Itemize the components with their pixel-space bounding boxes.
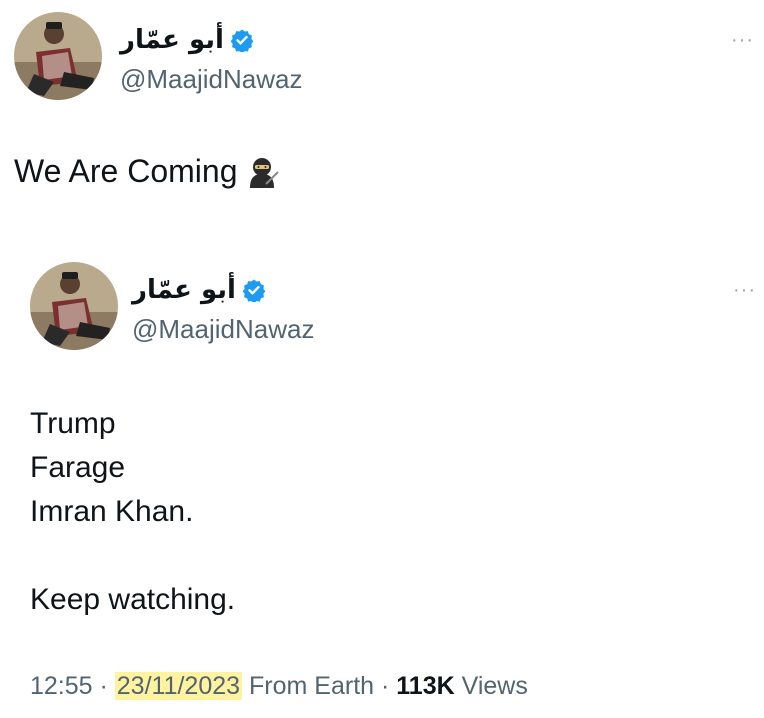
tweet-text-line: Imran Khan. — [30, 495, 194, 528]
meta-separator: · — [92, 672, 115, 700]
tweet-time[interactable]: 12:55 — [30, 672, 93, 700]
profile-photo-icon — [14, 12, 102, 100]
outer-tweet-header: أبو عمّار @MaajidNawaz ··· — [14, 12, 754, 104]
author-name-row[interactable]: أبو عمّار — [132, 272, 266, 308]
tweet-source: From Earth — [249, 672, 375, 700]
quoted-tweet[interactable]: أبو عمّار @MaajidNawaz ··· Trump Farage … — [0, 252, 764, 718]
author-display-name[interactable]: أبو عمّار — [132, 275, 236, 305]
verified-badge-icon — [242, 278, 266, 302]
views-label: Views — [461, 672, 528, 700]
ninja-emoji-icon — [244, 154, 280, 190]
avatar[interactable] — [14, 12, 102, 100]
tweet-text-line: Farage — [30, 451, 126, 484]
tweet-meta: 12:55 · 23/11/2023 From Earth · 113K Vie… — [30, 672, 528, 701]
more-options-button[interactable]: ··· — [733, 280, 756, 300]
quoted-tweet-header: أبو عمّار @MaajidNawaz ··· — [30, 262, 756, 354]
tweet-text: We Are Coming — [14, 153, 280, 190]
author-handle[interactable]: @MaajidNawaz — [120, 64, 302, 95]
meta-separator: · — [374, 672, 397, 700]
avatar[interactable] — [30, 262, 118, 350]
quoted-tweet-text: Trump Farage Imran Khan. Keep watching. — [30, 402, 235, 622]
author-handle[interactable]: @MaajidNawaz — [132, 314, 314, 345]
tweet-text-line: Trump — [30, 407, 116, 440]
profile-photo-icon — [30, 262, 118, 350]
verified-badge-icon — [230, 28, 254, 52]
author-name-row[interactable]: أبو عمّار — [120, 22, 254, 58]
tweet-text-line: Keep watching. — [30, 583, 236, 616]
tweet-date[interactable]: 23/11/2023 — [114, 672, 243, 700]
tweet-text-content: We Are Coming — [14, 153, 238, 189]
views-count[interactable]: 113K — [396, 672, 454, 700]
author-display-name[interactable]: أبو عمّار — [120, 25, 224, 55]
more-options-button[interactable]: ··· — [731, 30, 754, 50]
